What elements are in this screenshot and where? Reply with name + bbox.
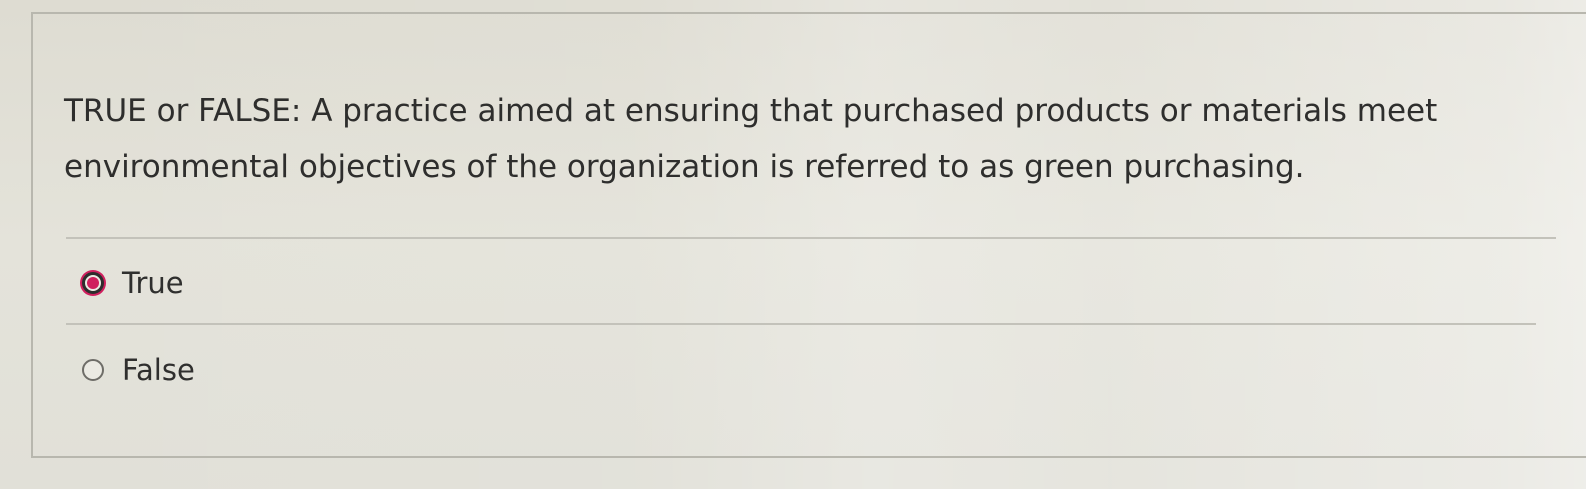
answer-label-false: False <box>122 353 195 387</box>
radio-unselected-icon[interactable] <box>82 359 104 381</box>
answer-option-true[interactable]: True <box>82 266 184 300</box>
answer-label-true: True <box>122 266 184 300</box>
answers-divider <box>66 323 1536 325</box>
answers-top-divider <box>66 237 1556 239</box>
radio-dot <box>87 277 99 289</box>
question-card <box>31 12 1586 458</box>
screen: TRUE or FALSE: A practice aimed at ensur… <box>0 0 1586 489</box>
radio-selected-icon[interactable] <box>82 272 104 294</box>
question-text: TRUE or FALSE: A practice aimed at ensur… <box>64 93 1438 185</box>
answer-option-false[interactable]: False <box>82 353 195 387</box>
